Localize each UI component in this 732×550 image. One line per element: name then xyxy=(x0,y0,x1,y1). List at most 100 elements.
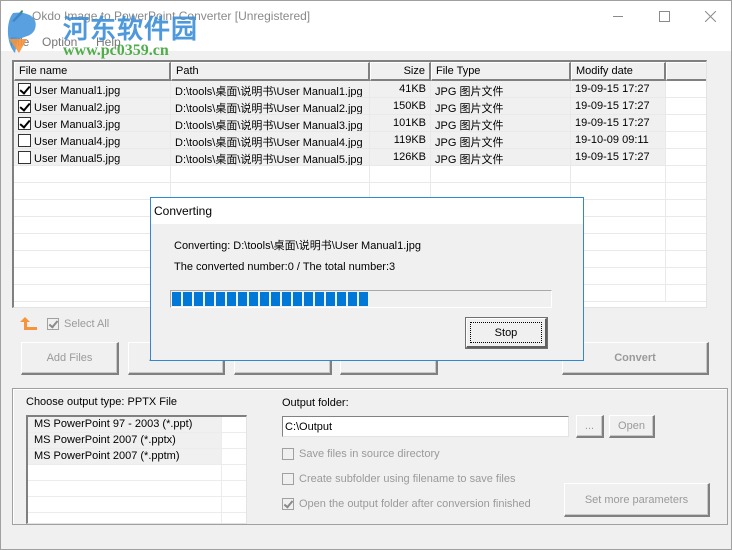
stop-button[interactable]: Stop xyxy=(465,317,548,349)
progress-segment xyxy=(216,292,225,306)
progress-segment xyxy=(326,292,335,306)
watermark-url: www.pc0359.cn xyxy=(63,42,169,59)
save-in-source-checkbox[interactable]: Save files in source directory xyxy=(282,448,440,460)
focus-rect xyxy=(470,322,542,343)
file-path: D:\tools\桌面\说明书\User Manual2.jpg xyxy=(171,98,370,114)
file-date: 19-09-15 17:27 xyxy=(571,81,666,97)
watermark-logo-icon xyxy=(7,12,36,54)
progress-segment xyxy=(238,292,247,306)
column-header-file-type[interactable]: File Type xyxy=(431,62,571,81)
progress-bar xyxy=(170,290,552,308)
file-size: 41KB xyxy=(370,81,431,97)
file-type: JPG 图片文件 xyxy=(431,98,571,114)
column-header-path[interactable]: Path xyxy=(171,62,370,81)
progress-segment xyxy=(205,292,214,306)
dialog-title: Converting xyxy=(151,198,583,224)
browse-button[interactable]: ... xyxy=(576,415,604,438)
progress-segment xyxy=(282,292,291,306)
file-date: 19-10-09 09:11 xyxy=(571,132,666,148)
file-path: D:\tools\桌面\说明书\User Manual1.jpg xyxy=(171,81,370,97)
progress-segment xyxy=(315,292,324,306)
checkbox-box xyxy=(282,498,294,510)
convert-button[interactable]: Convert xyxy=(562,342,709,375)
file-type: JPG 图片文件 xyxy=(431,149,571,165)
set-more-parameters-button[interactable]: Set more parameters xyxy=(564,483,710,517)
row-checkbox[interactable] xyxy=(18,100,31,113)
move-up-icon[interactable] xyxy=(20,317,38,331)
file-name: User Manual2.jpg xyxy=(34,102,121,114)
progress-segment xyxy=(359,292,368,306)
open-output-folder-checkbox[interactable]: Open the output folder after conversion … xyxy=(282,498,531,510)
progress-segment xyxy=(337,292,346,306)
minimize-icon xyxy=(612,16,623,17)
progress-segment xyxy=(172,292,181,306)
output-type-option[interactable]: MS PowerPoint 2007 (*.pptx) xyxy=(28,433,246,449)
progress-segment xyxy=(293,292,302,306)
column-header-blank xyxy=(666,62,706,81)
create-subfolder-checkbox[interactable]: Create subfolder using filename to save … xyxy=(282,473,515,485)
progress-segment xyxy=(348,292,357,306)
checkbox-box xyxy=(282,448,294,460)
file-name: User Manual4.jpg xyxy=(34,136,121,148)
file-size: 126KB xyxy=(370,149,431,165)
progress-segment xyxy=(271,292,280,306)
open-folder-button[interactable]: Open xyxy=(609,415,655,438)
file-path: D:\tools\桌面\说明书\User Manual5.jpg xyxy=(171,149,370,165)
empty-row xyxy=(28,513,246,523)
empty-row xyxy=(28,481,246,497)
output-type-option[interactable]: MS PowerPoint 2007 (*.pptm) xyxy=(28,449,246,465)
file-date: 19-09-15 17:27 xyxy=(571,149,666,165)
empty-row xyxy=(28,465,246,481)
progress-segment xyxy=(249,292,258,306)
file-name: User Manual3.jpg xyxy=(34,119,121,131)
table-row[interactable]: User Manual1.jpg D:\tools\桌面\说明书\User Ma… xyxy=(14,81,706,98)
column-header-file-name[interactable]: File name xyxy=(14,62,171,81)
column-header-modify-date[interactable]: Modify date xyxy=(571,62,666,81)
progress-segment xyxy=(227,292,236,306)
row-checkbox[interactable] xyxy=(18,134,31,147)
maximize-button[interactable] xyxy=(641,1,687,32)
output-folder-label: Output folder: xyxy=(282,397,349,409)
output-type-label: Choose output type: PPTX File xyxy=(26,396,178,408)
option-label: Save files in source directory xyxy=(299,448,440,460)
output-type-option[interactable]: MS PowerPoint 97 - 2003 (*.ppt) xyxy=(28,417,246,433)
table-row[interactable]: User Manual5.jpg D:\tools\桌面\说明书\User Ma… xyxy=(14,149,706,166)
table-row[interactable]: User Manual4.jpg D:\tools\桌面\说明书\User Ma… xyxy=(14,132,706,149)
file-date: 19-09-15 17:27 xyxy=(571,115,666,131)
table-row[interactable]: User Manual3.jpg D:\tools\桌面\说明书\User Ma… xyxy=(14,115,706,132)
main-window: Okdo Image to PowerPoint Converter [Unre… xyxy=(0,0,732,550)
checkbox-box xyxy=(282,473,294,485)
converted-count-text: The converted number:0 / The total numbe… xyxy=(174,261,396,273)
file-size: 119KB xyxy=(370,132,431,148)
checkbox-box xyxy=(47,318,59,330)
converting-file-text: Converting: D:\tools\桌面\说明书\User Manual1… xyxy=(174,240,421,252)
select-all-label: Select All xyxy=(64,318,110,330)
progress-segment xyxy=(260,292,269,306)
file-date: 19-09-15 17:27 xyxy=(571,98,666,114)
output-type-list[interactable]: MS PowerPoint 97 - 2003 (*.ppt) MS Power… xyxy=(26,415,247,524)
file-name: User Manual1.jpg xyxy=(34,85,121,97)
progress-segment xyxy=(304,292,313,306)
select-all-checkbox[interactable]: Select All xyxy=(47,318,109,330)
file-size: 101KB xyxy=(370,115,431,131)
minimize-button[interactable] xyxy=(595,1,641,32)
file-type: JPG 图片文件 xyxy=(431,115,571,131)
progress-fill xyxy=(172,292,368,306)
row-checkbox[interactable] xyxy=(18,83,31,96)
output-folder-input[interactable] xyxy=(282,416,569,437)
column-header-size[interactable]: Size xyxy=(370,62,431,81)
option-label: Open the output folder after conversion … xyxy=(299,498,531,510)
row-checkbox[interactable] xyxy=(18,151,31,164)
converting-dialog: Converting Converting: D:\tools\桌面\说明书\U… xyxy=(150,197,584,361)
close-button[interactable] xyxy=(687,1,732,32)
progress-segment xyxy=(194,292,203,306)
file-size: 150KB xyxy=(370,98,431,114)
close-icon xyxy=(704,11,716,22)
add-files-button[interactable]: Add Files xyxy=(21,342,119,375)
file-type: JPG 图片文件 xyxy=(431,132,571,148)
row-checkbox[interactable] xyxy=(18,117,31,130)
file-path: D:\tools\桌面\说明书\User Manual4.jpg xyxy=(171,132,370,148)
maximize-icon xyxy=(658,11,670,22)
table-row[interactable]: User Manual2.jpg D:\tools\桌面\说明书\User Ma… xyxy=(14,98,706,115)
file-name: User Manual5.jpg xyxy=(34,153,121,165)
